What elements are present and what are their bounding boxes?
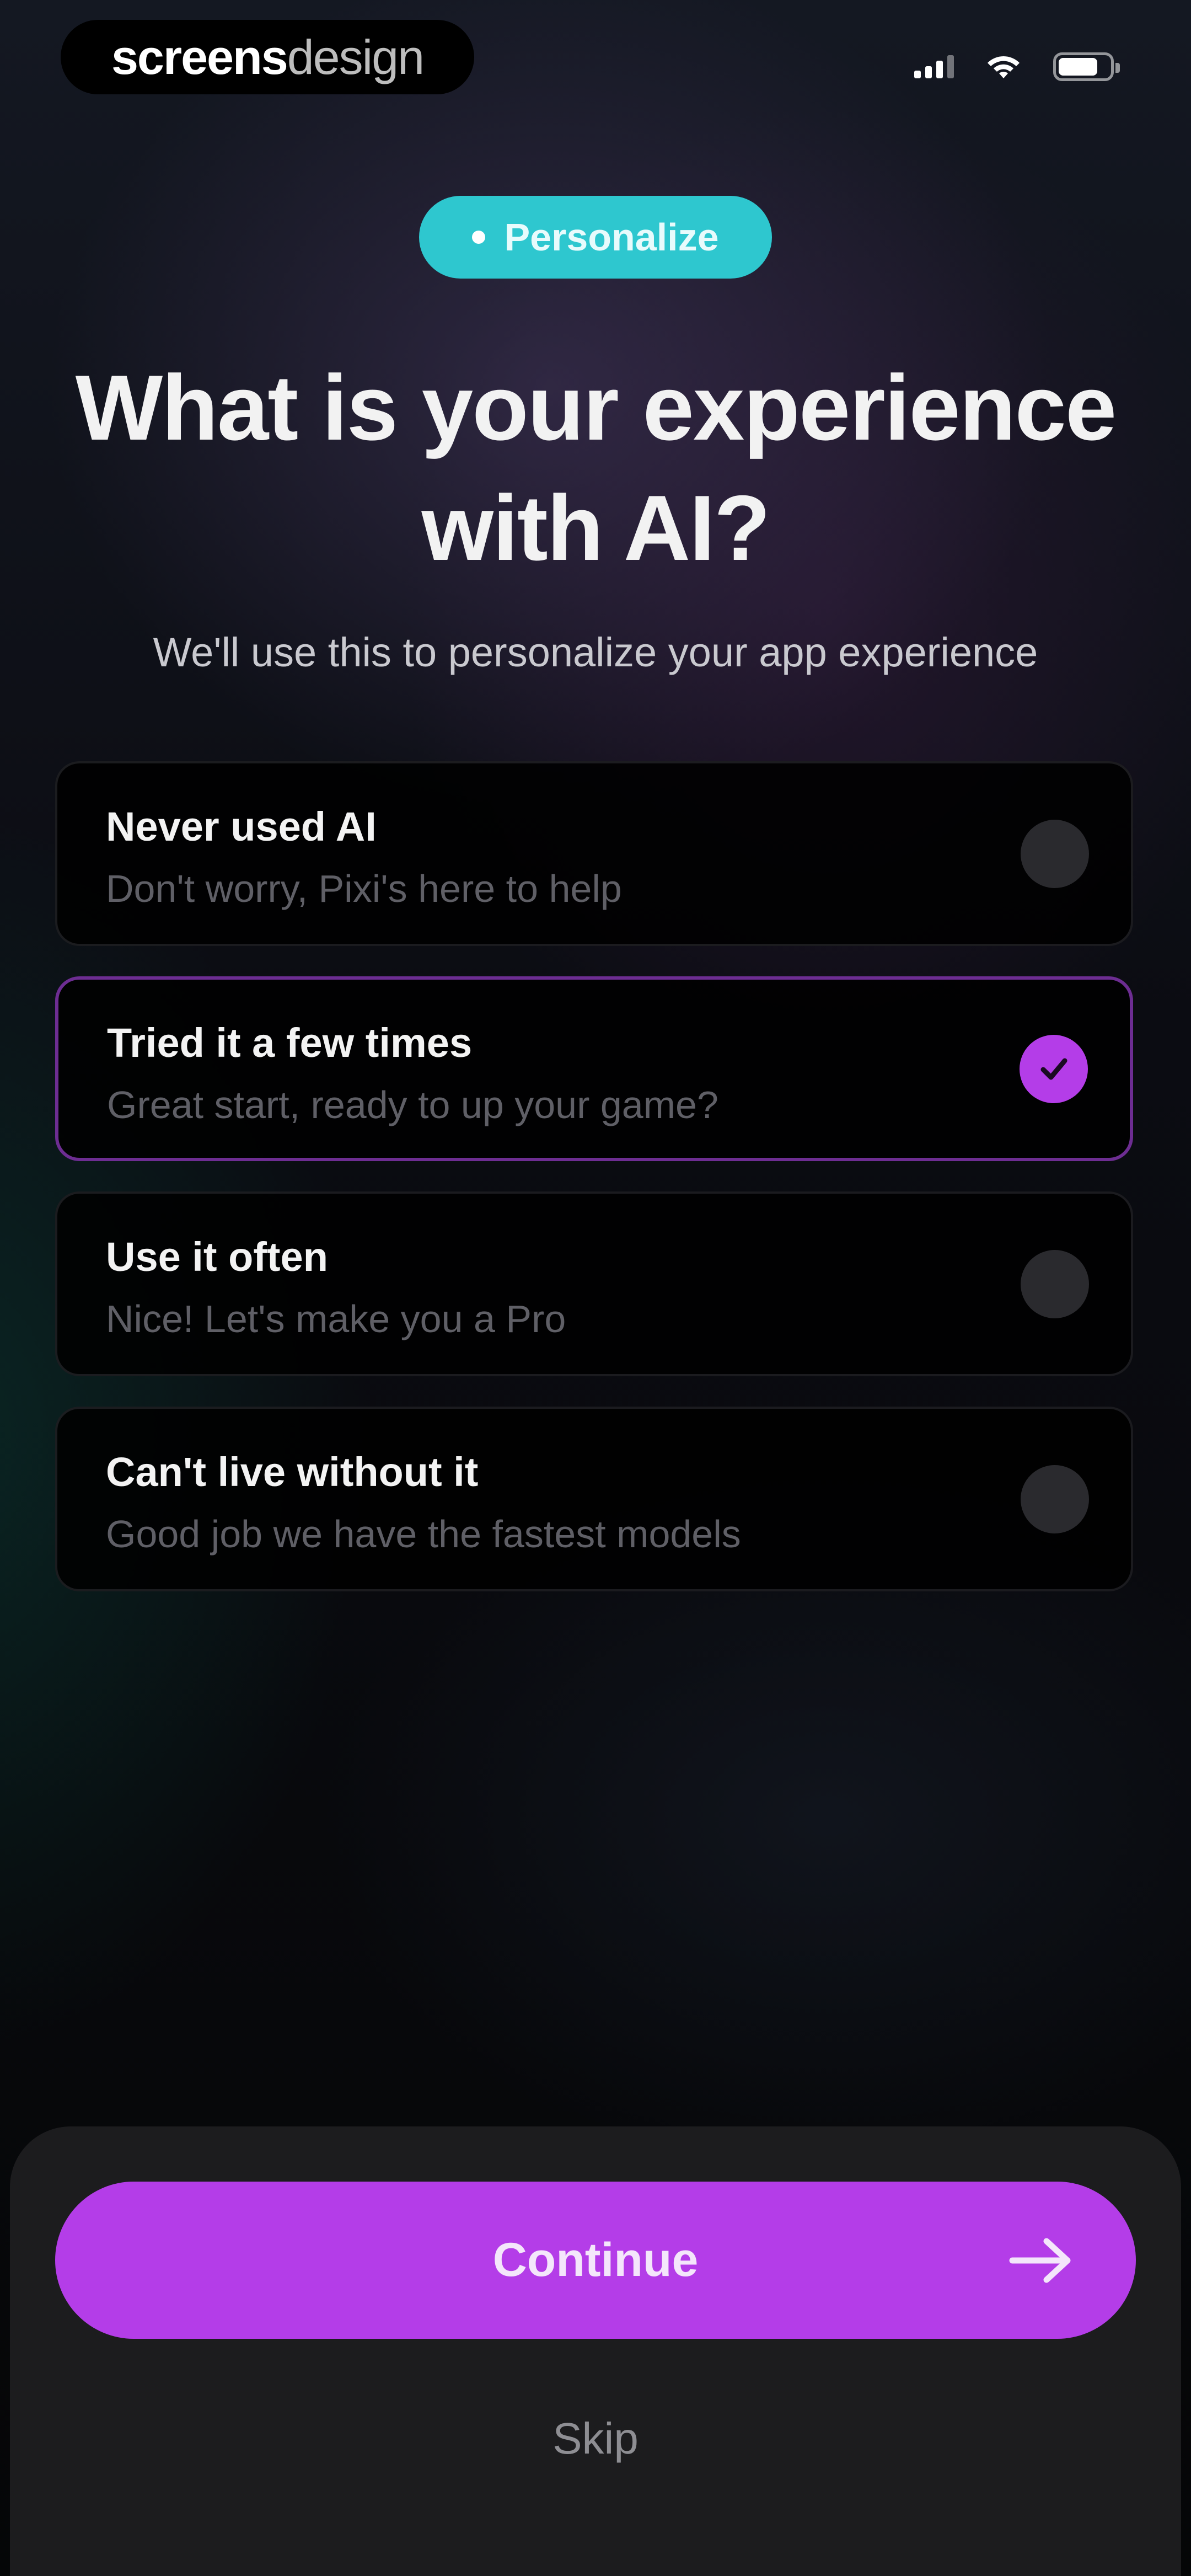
wifi-icon <box>988 56 1020 78</box>
continue-button[interactable]: Continue <box>55 2182 1136 2339</box>
bottom-sheet: Continue Skip <box>10 2126 1181 2576</box>
status-icons <box>914 52 1120 81</box>
experience-options: Never used AI Don't worry, Pixi's here t… <box>55 761 1133 1591</box>
radio-unchecked-icon[interactable] <box>1021 1465 1089 1533</box>
option-description: Good job we have the fastest models <box>106 1513 741 1556</box>
option-use-it-often[interactable]: Use it often Nice! Let's make you a Pro <box>55 1191 1133 1376</box>
brand-name-light: design <box>287 29 425 84</box>
option-title: Never used AI <box>106 804 377 849</box>
radio-checked-icon[interactable] <box>1020 1034 1088 1103</box>
option-tried-a-few-times[interactable]: Tried it a few times Great start, ready … <box>55 976 1133 1161</box>
radio-unchecked-icon[interactable] <box>1021 1249 1089 1318</box>
personalize-tag: Personalize <box>419 196 772 279</box>
option-description: Don't worry, Pixi's here to help <box>106 867 622 910</box>
skip-link[interactable]: Skip <box>10 2413 1181 2464</box>
radio-unchecked-icon[interactable] <box>1021 819 1089 888</box>
option-description: Great start, ready to up your game? <box>107 1083 718 1126</box>
option-title: Tried it a few times <box>107 1020 473 1066</box>
option-title: Use it often <box>106 1234 328 1280</box>
continue-label: Continue <box>492 2233 699 2286</box>
option-cant-live-without-it[interactable]: Can't live without it Good job we have t… <box>55 1407 1133 1591</box>
checkmark-icon <box>1040 1058 1067 1079</box>
option-title: Can't live without it <box>106 1449 479 1495</box>
battery-icon <box>1053 52 1120 81</box>
page-title: What is your experience with AI? <box>75 356 1117 580</box>
tag-label: Personalize <box>504 216 719 259</box>
brand-name-strong: screens <box>111 29 288 84</box>
battery-level <box>1059 58 1097 76</box>
brand-badge: screens design <box>61 20 474 94</box>
arrow-right-icon <box>1009 2238 1071 2283</box>
sparkle-icon <box>472 231 486 244</box>
page-subtitle: We'll use this to personalize your app e… <box>153 629 1038 675</box>
option-never-used-ai[interactable]: Never used AI Don't worry, Pixi's here t… <box>55 761 1133 946</box>
option-description: Nice! Let's make you a Pro <box>106 1297 566 1340</box>
status-bar: screens design <box>0 0 1191 110</box>
signal-icon <box>914 55 954 78</box>
